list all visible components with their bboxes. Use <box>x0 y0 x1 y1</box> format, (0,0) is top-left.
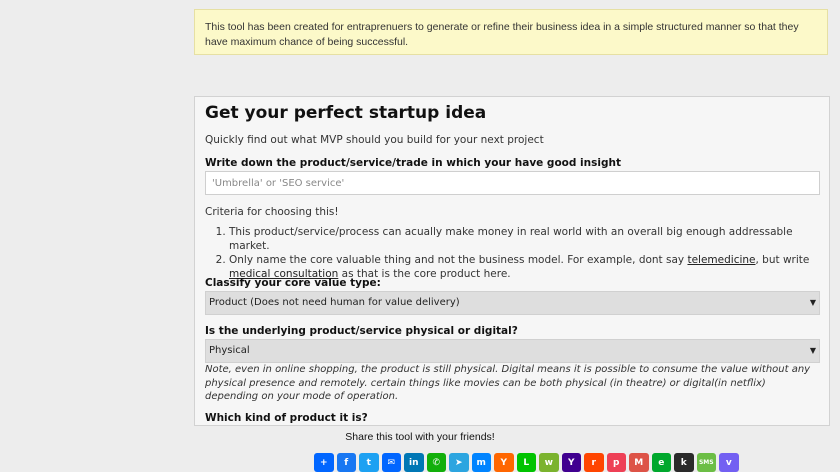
value-type-selected: Product (Does not need human for value d… <box>209 297 460 308</box>
evernote-icon[interactable]: e <box>651 453 671 472</box>
twitter-icon[interactable]: t <box>359 453 379 472</box>
page-title: Get your perfect startup idea <box>205 103 487 123</box>
yahoo-icon[interactable]: Y <box>561 453 581 472</box>
criteria-item-text: Only name the core valuable thing and no… <box>229 254 688 266</box>
share-bar: Share this tool with your friends! + f t ✉ i… <box>0 426 840 472</box>
criteria-item: This product/service/process can acually… <box>229 225 829 253</box>
startup-idea-form: Get your perfect startup idea Quickly fi… <box>194 96 830 426</box>
criteria-list: This product/service/process can acually… <box>205 225 829 281</box>
gmail-icon[interactable]: M <box>629 453 649 472</box>
share-text: Share this tool with your friends! <box>345 431 495 443</box>
physical-digital-note: Note, even in online shopping, the produ… <box>205 364 811 402</box>
linkedin-icon[interactable]: in <box>404 453 424 472</box>
product-kind-label: Which kind of product it is? <box>205 412 368 424</box>
share-icons: + f t ✉ in ✆ ➤ m Y Lw Yr p Me k SMS v <box>314 453 739 472</box>
sms-icon[interactable]: SMS <box>696 453 716 472</box>
wechat-icon[interactable]: w <box>539 453 559 472</box>
form-subtitle: Quickly find out what MVP should you bui… <box>205 134 544 146</box>
value-type-label: Classify your core value type: <box>205 277 381 289</box>
pocket-icon[interactable]: p <box>606 453 626 472</box>
whatsapp-icon[interactable]: ✆ <box>426 453 446 472</box>
facebook-icon[interactable]: f <box>336 453 356 472</box>
addtoany-icon[interactable]: + <box>314 453 334 472</box>
dropdown-arrow-icon: ▼ <box>809 298 816 307</box>
viber-icon[interactable]: v <box>719 453 739 472</box>
product-label: Write down the product/service/trade in … <box>205 157 621 169</box>
telegram-icon[interactable]: ➤ <box>449 453 469 472</box>
hackernews-icon[interactable]: Y <box>494 453 514 472</box>
info-notice: This tool has been created for entrapren… <box>194 9 828 55</box>
physical-digital-label: Is the underlying product/service physic… <box>205 325 518 337</box>
email-icon[interactable]: ✉ <box>381 453 401 472</box>
criteria-heading: Criteria for choosing this! <box>205 206 339 218</box>
telemedicine-link[interactable]: telemedicine <box>687 254 755 266</box>
reddit-icon[interactable]: r <box>584 453 604 472</box>
criteria-item-text: This product/service/process can acually… <box>229 226 793 252</box>
criteria-item-text: , but write <box>755 254 810 266</box>
kik-icon[interactable]: k <box>674 453 694 472</box>
physical-digital-selected: Physical <box>209 345 250 356</box>
product-input[interactable] <box>205 171 820 195</box>
messenger-icon[interactable]: m <box>471 453 491 472</box>
line-icon[interactable]: L <box>516 453 536 472</box>
physical-digital-select[interactable]: Physical ▼ <box>205 339 820 363</box>
dropdown-arrow-icon: ▼ <box>809 346 816 355</box>
value-type-select[interactable]: Product (Does not need human for value d… <box>205 291 820 315</box>
